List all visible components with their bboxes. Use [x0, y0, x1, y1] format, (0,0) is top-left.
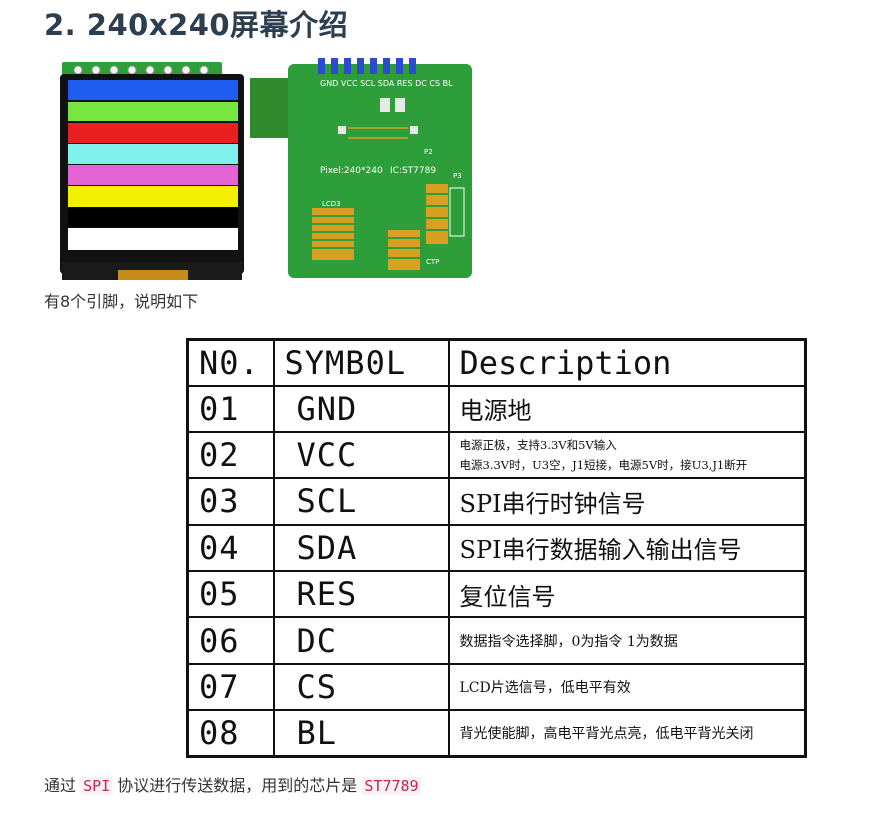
pin-count-caption: 有8个引脚，说明如下 [44, 292, 199, 311]
pin-description-line: LCD片选信号，低电平有效 [459, 679, 631, 696]
color-bar [68, 165, 238, 185]
pcb-ctp-label: CTP [426, 258, 439, 266]
pcb-ic-text: IC:ST7789 [390, 166, 436, 176]
display-front-photo [58, 60, 246, 282]
pin-description-line: SPI串行数据输入输出信号 [459, 536, 742, 565]
pin-symbol: SCL [272, 477, 450, 526]
pin-description-line-2: 电源3.3V时，U3空，J1短接，电源5V时，接U3,J1断开 [459, 458, 748, 473]
table-row: 06 DC 数据指令选择脚，0为指令 1为数据 [186, 616, 807, 665]
pcb-lcd-label: LCD3 [322, 200, 341, 208]
pin-description-line: 电源正极，支持3.3V和5V输入 [459, 438, 617, 453]
table-row: 03 SCL SPI串行时钟信号 [186, 477, 807, 526]
color-bar [68, 228, 238, 250]
pin-description-line: 电源地 [459, 397, 532, 426]
pin-number: 05 [186, 569, 275, 619]
pin-description: SPI串行数据输入输出信号 [447, 523, 807, 573]
pin-symbol: SDA [272, 523, 450, 573]
color-bar [68, 102, 238, 121]
color-bar [68, 80, 238, 100]
color-bar [68, 144, 238, 164]
pin-description: SPI串行时钟信号 [447, 477, 807, 526]
pin-number: 08 [186, 709, 275, 758]
pin-description: LCD片选信号，低电平有效 [447, 662, 807, 712]
pin-description-line: 数据指令选择脚，0为指令 1为数据 [459, 633, 678, 650]
pcb-p2-label: P2 [424, 148, 433, 156]
table-row: 01 GND 电源地 [186, 384, 807, 433]
pin-symbol: VCC [272, 430, 450, 480]
pin-description: 电源地 [447, 384, 807, 433]
table-header-row: N0. SYMB0L Description [186, 338, 807, 387]
pin-number: 07 [186, 662, 275, 712]
section-heading: 2. 240x240屏幕介绍 [44, 8, 349, 42]
pin-number: 03 [186, 477, 275, 526]
pin-description: 数据指令选择脚，0为指令 1为数据 [447, 616, 807, 665]
color-bar [68, 123, 238, 143]
color-bar [68, 186, 238, 207]
footer-text-2: 协议进行传送数据，用到的芯片是 [117, 776, 358, 795]
pin-description-table: N0. SYMB0L Description 01 GND 电源地 02 VCC 电源正极… [186, 338, 807, 758]
pin-description-line: SPI串行时钟信号 [459, 489, 646, 518]
table-row: 02 VCC 电源正极，支持3.3V和5V输入 电源3.3V时，U3空，J1短接，电源… [186, 430, 807, 480]
pcb-model-text: Pixel:240*240 [320, 166, 383, 176]
pin-symbol: RES [272, 569, 450, 619]
table-row: 08 BL 背光使能脚，高电平背光点亮，低电平背光关闭 [186, 709, 807, 758]
header-symbol: SYMB0L [272, 338, 450, 387]
pin-description: 复位信号 [447, 569, 807, 619]
pcb-p3-label: P3 [453, 172, 462, 180]
pcb-back-photo: GND VCC SCL SDA RES DC CS BL Pixel:240*2… [250, 58, 478, 284]
pin-description-line: 背光使能脚，高电平背光点亮，低电平背光关闭 [459, 726, 754, 743]
table-row: 05 RES 复位信号 [186, 569, 807, 619]
pcb-pin-labels: GND VCC SCL SDA RES DC CS BL [320, 79, 453, 88]
pin-symbol: CS [272, 662, 450, 712]
pin-description: 电源正极，支持3.3V和5V输入电源3.3V时，U3空，J1短接，电源5V时，接… [447, 430, 807, 480]
pin-description: 背光使能脚，高电平背光点亮，低电平背光关闭 [447, 709, 807, 758]
pin-number: 02 [186, 430, 275, 480]
pin-number: 06 [186, 616, 275, 665]
footer-note: 通过 SPI 协议进行传送数据，用到的芯片是 ST7789 [44, 772, 421, 796]
pin-symbol: DC [272, 616, 450, 665]
pin-symbol: BL [272, 709, 450, 758]
pin-symbol: GND [272, 384, 450, 433]
footer-code-chip: ST7789 [362, 777, 421, 795]
footer-text-1: 通过 [44, 776, 77, 795]
table-row: 07 CS LCD片选信号，低电平有效 [186, 662, 807, 712]
footer-code-spi: SPI [81, 777, 113, 795]
header-description: Description [447, 338, 807, 387]
pin-number: 04 [186, 523, 275, 573]
pin-number: 01 [186, 384, 275, 433]
header-number: N0. [186, 338, 275, 387]
table-row: 04 SDA SPI串行数据输入输出信号 [186, 523, 807, 573]
pin-description-line: 复位信号 [459, 582, 556, 611]
color-bar [68, 208, 238, 227]
